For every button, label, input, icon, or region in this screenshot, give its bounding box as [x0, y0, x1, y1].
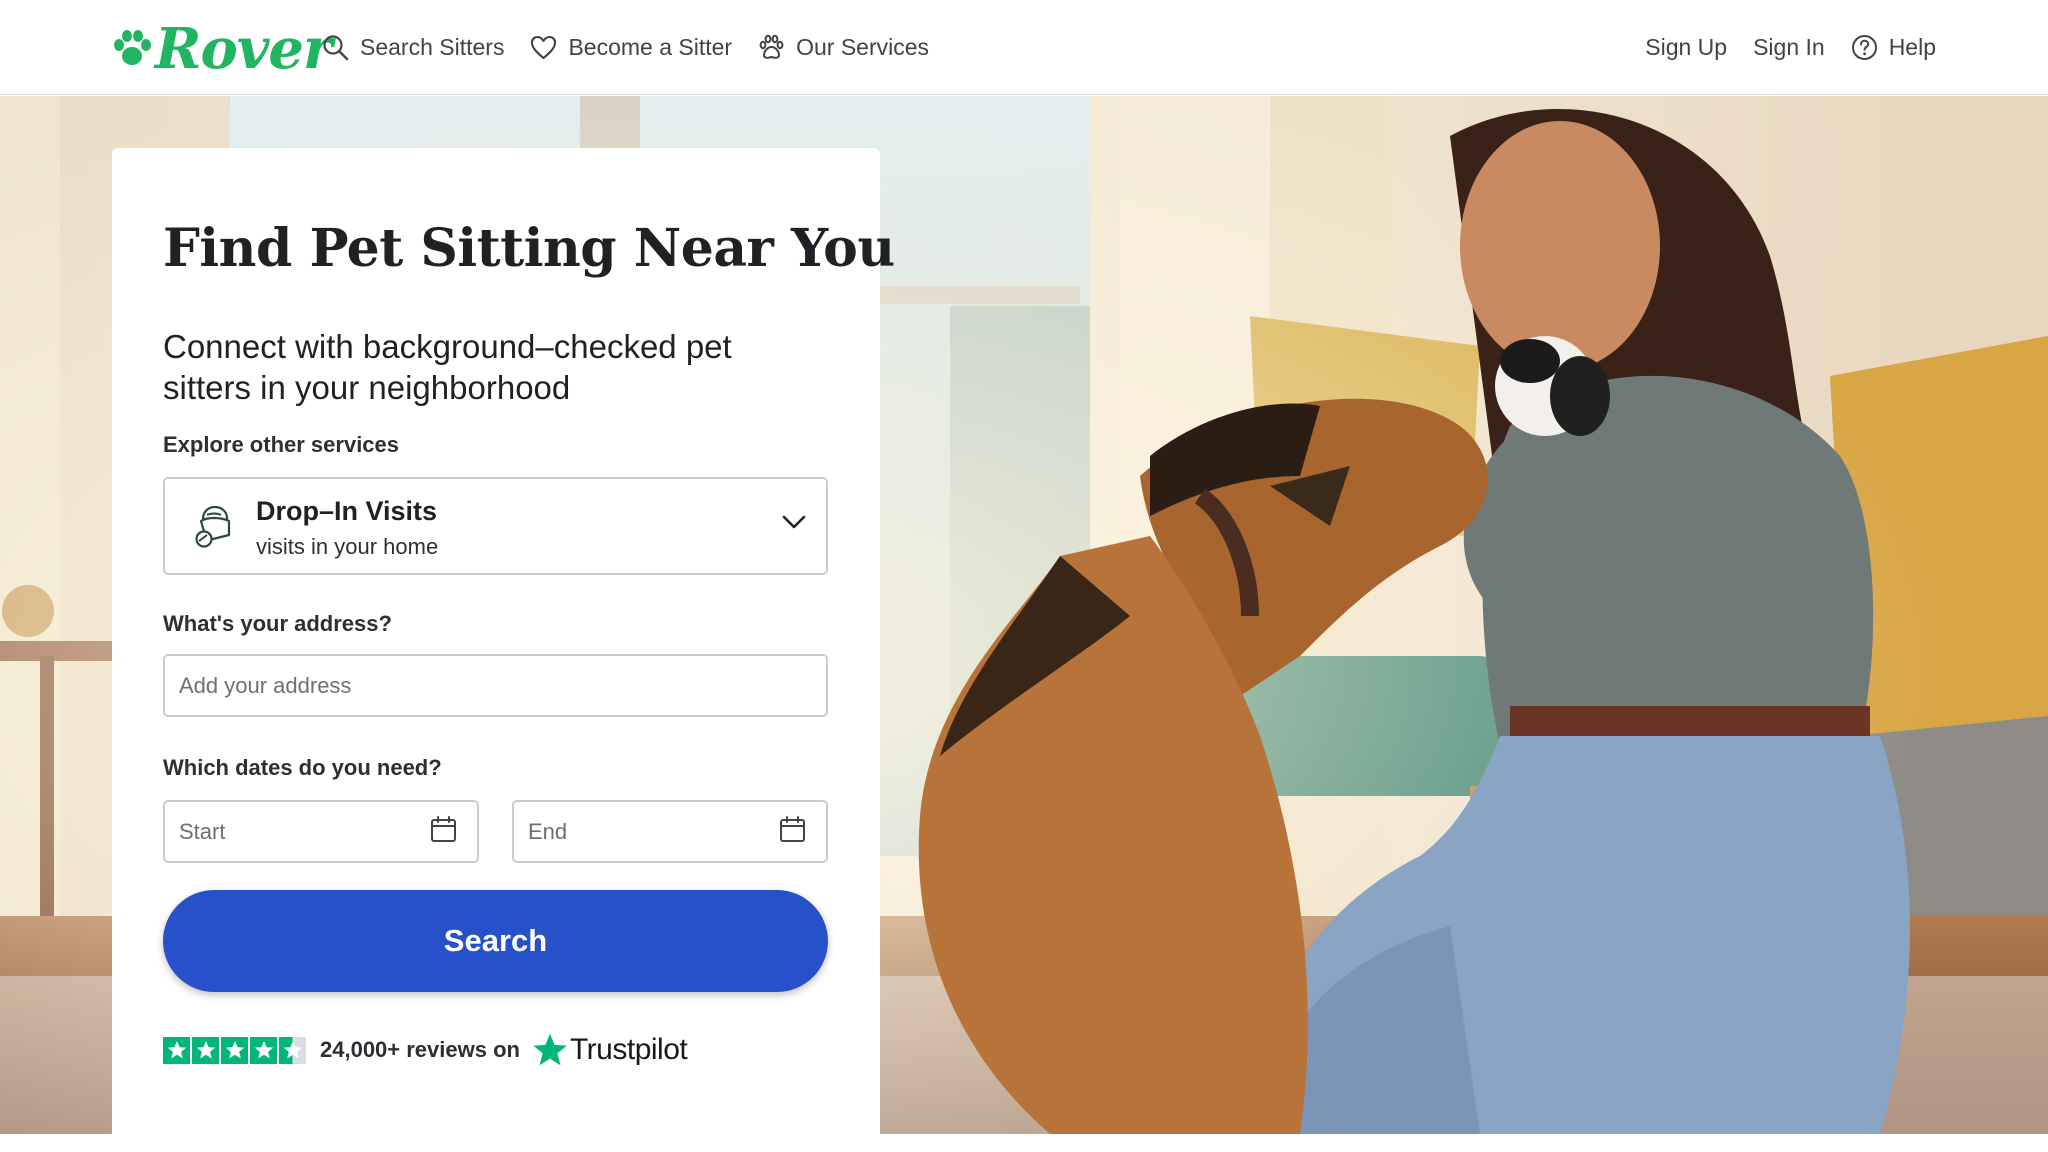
primary-nav: Search Sitters Become a Sitter Our Servi…	[322, 0, 929, 95]
site-header: Rover Search Sitters Become a Sitter Our…	[0, 0, 2048, 95]
star-icon	[163, 1036, 190, 1064]
question-circle-icon	[1851, 35, 1877, 60]
trustpilot-star-icon	[533, 1033, 567, 1066]
logo-wordmark: Rover	[155, 16, 333, 82]
sign-in-label: Sign In	[1753, 34, 1825, 60]
paw-logo-icon	[114, 30, 151, 65]
nav-label: Become a Sitter	[568, 34, 733, 60]
trustpilot-logo: Trustpilot	[532, 1032, 688, 1068]
end-date-field	[512, 800, 828, 863]
reviews-count: 24,000+ reviews on	[320, 1037, 520, 1062]
service-name: Drop–In Visits	[256, 496, 438, 526]
address-input[interactable]	[163, 654, 828, 717]
star-icon	[221, 1036, 248, 1064]
page-title: Find Pet Sitting Near You	[163, 218, 895, 279]
search-icon	[323, 35, 349, 61]
hero-section: Find Pet Sitting Near You Connect with b…	[0, 96, 2048, 1134]
sign-in-link[interactable]: Sign In	[1753, 34, 1825, 61]
chevron-down-icon	[782, 515, 806, 529]
star-icon	[192, 1036, 219, 1064]
nav-our-services[interactable]: Our Services	[758, 34, 929, 61]
service-description: visits in your home	[256, 534, 439, 559]
start-date-field	[163, 800, 479, 863]
calendar-icon[interactable]	[779, 816, 806, 843]
nav-search-sitters[interactable]: Search Sitters	[322, 34, 504, 61]
search-button[interactable]: Search	[163, 890, 828, 992]
services-label: Explore other services	[163, 432, 400, 457]
nav-become-sitter[interactable]: Become a Sitter	[530, 34, 732, 61]
rating-stars	[163, 1036, 308, 1064]
star-icon	[250, 1036, 277, 1064]
help-label: Help	[1888, 34, 1936, 60]
trustpilot-rating[interactable]: 24,000+ reviews on Trustpilot	[163, 1028, 688, 1072]
help-link[interactable]: Help	[1851, 34, 1936, 61]
nav-label: Our Services	[796, 34, 930, 60]
sign-up-link[interactable]: Sign Up	[1645, 34, 1727, 61]
rover-logo[interactable]: Rover	[111, 16, 333, 82]
address-label: What's your address?	[163, 611, 392, 636]
calendar-icon[interactable]	[430, 816, 457, 843]
service-dropdown[interactable]: Drop–In Visits visits in your home	[163, 477, 828, 575]
page-subtitle: Connect with background–checked pet sitt…	[163, 328, 732, 406]
nav-label: Search Sitters	[360, 34, 505, 60]
search-card: Find Pet Sitting Near You Connect with b…	[112, 148, 895, 1134]
account-nav: Sign Up Sign In Help	[1645, 0, 1936, 95]
drop-in-visit-icon	[195, 505, 231, 548]
half-star-icon	[279, 1036, 306, 1064]
heart-icon	[531, 35, 557, 60]
paw-icon	[759, 34, 784, 59]
trustpilot-wordmark: Trustpilot	[569, 1033, 688, 1066]
sign-up-label: Sign Up	[1645, 34, 1728, 60]
dates-label: Which dates do you need?	[163, 755, 442, 780]
